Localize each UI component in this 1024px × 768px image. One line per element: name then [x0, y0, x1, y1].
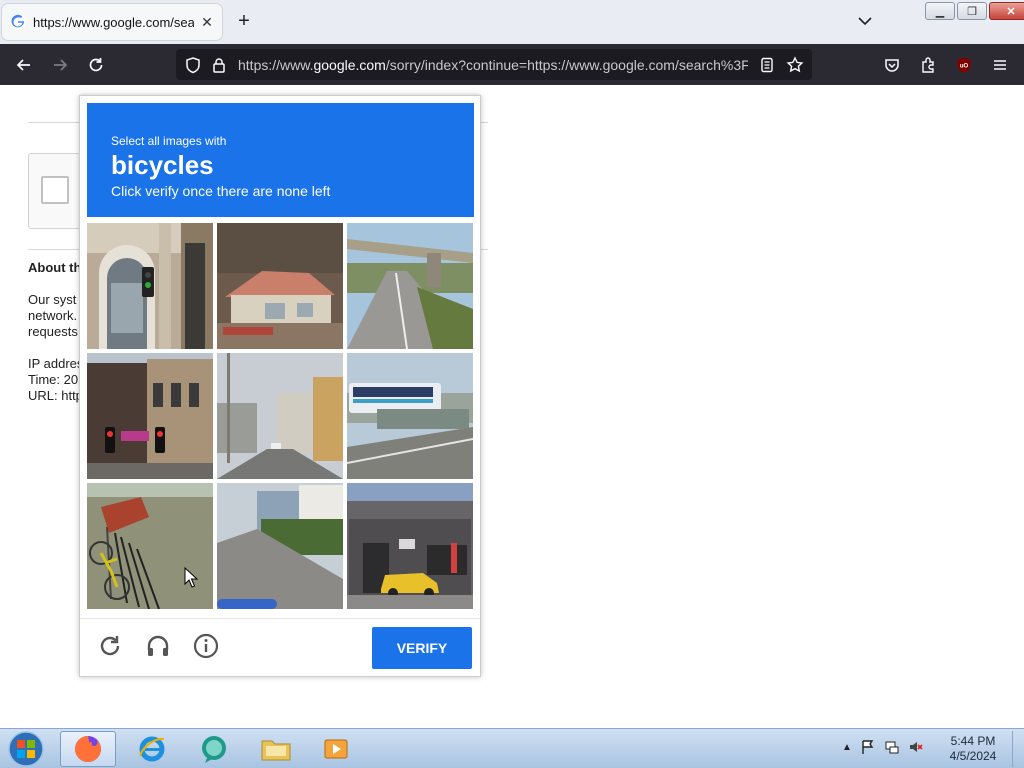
taskbar-internet-explorer[interactable] [124, 731, 180, 767]
volume-muted-icon[interactable] [908, 739, 924, 755]
chat-bubble-app-icon [202, 736, 226, 763]
about-line: requests [28, 324, 78, 339]
taskbar-file-explorer[interactable] [248, 731, 304, 767]
audio-challenge-headphones-icon[interactable] [144, 632, 172, 660]
recaptcha-challenge: Select all images with bicycles Click ve… [79, 95, 481, 677]
challenge-subtitle: Select all images with [111, 134, 227, 148]
taskbar-firefox[interactable] [60, 731, 116, 767]
image-tile-building-yellow-car[interactable] [347, 483, 473, 609]
url-path: /sorry/index?continue=https://www.google… [385, 57, 748, 73]
google-favicon-icon [10, 14, 26, 30]
tab-close-icon[interactable]: ✕ [200, 14, 214, 31]
image-tile-narrow-street-houses[interactable] [217, 353, 343, 479]
pocket-icon[interactable] [881, 54, 903, 76]
system-tray: ▲ [842, 739, 924, 755]
firefox-icon [75, 736, 101, 762]
url-prefix: https://www. [238, 57, 314, 73]
about-heading: About th [28, 260, 82, 275]
internet-explorer-icon [139, 736, 165, 762]
folder-icon [261, 740, 291, 761]
info-line: IP addres [28, 356, 84, 371]
image-tile-road-with-hedge[interactable] [217, 483, 343, 609]
reload-challenge-icon[interactable] [96, 632, 124, 660]
browser-tab[interactable]: https://www.google.com/search? ✕ [2, 4, 222, 40]
tab-title: https://www.google.com/search? [33, 14, 194, 30]
image-tile-house-with-porch[interactable] [217, 223, 343, 349]
reader-view-icon[interactable] [758, 56, 776, 74]
help-info-icon[interactable] [192, 632, 220, 660]
info-line: Time: 20 [28, 372, 79, 387]
challenge-footer-divider [80, 618, 480, 619]
system-clock[interactable]: 5:44 PM 4/5/2024 [936, 734, 1010, 764]
windows-logo-icon [8, 731, 44, 767]
bookmark-star-icon[interactable] [786, 56, 804, 74]
verify-button[interactable]: VERIFY [372, 627, 472, 669]
taskbar-media-player[interactable] [308, 731, 364, 767]
window-controls: ▁ ❐ ✕ [925, 2, 1024, 20]
back-arrow-icon[interactable] [13, 54, 35, 76]
show-desktop-button[interactable] [1012, 731, 1022, 767]
extensions-puzzle-icon[interactable] [917, 54, 939, 76]
recaptcha-checkbox[interactable] [41, 176, 69, 204]
lock-icon[interactable] [210, 56, 228, 74]
image-tile-bus-on-road[interactable] [347, 353, 473, 479]
show-hidden-icons-icon[interactable]: ▲ [842, 742, 852, 753]
minimize-icon[interactable]: ▁ [925, 2, 955, 20]
tracking-protection-shield-icon[interactable] [184, 56, 202, 74]
new-tab-icon[interactable]: + [234, 11, 254, 31]
about-line: network. [28, 308, 78, 323]
url-text[interactable]: https://www.google.com/sorry/index?conti… [238, 57, 748, 73]
clock-time: 5:44 PM [950, 734, 996, 748]
svg-text:uO: uO [960, 64, 969, 70]
about-line: Our syst [28, 292, 77, 307]
list-all-tabs-icon[interactable] [856, 12, 874, 30]
mouse-cursor-icon [184, 567, 198, 588]
forward-arrow-icon[interactable] [49, 54, 71, 76]
ublock-origin-icon[interactable]: uO [953, 54, 975, 76]
start-button[interactable] [4, 731, 48, 767]
action-center-flag-icon[interactable] [860, 739, 876, 755]
challenge-note: Click verify once there are none left [111, 183, 331, 199]
taskbar: ▲ 5:44 PM 4/5/2024 [0, 728, 1024, 768]
challenge-object: bicycles [111, 150, 214, 180]
window-close-icon[interactable]: ✕ [989, 2, 1024, 20]
image-tile-storefront-traffic-light[interactable] [87, 223, 213, 349]
url-domain: google.com [313, 57, 386, 73]
image-tile-bicycle-by-fence[interactable] [87, 483, 213, 609]
app-menu-icon[interactable] [989, 54, 1011, 76]
reload-icon[interactable] [85, 54, 107, 76]
clock-date: 4/5/2024 [949, 749, 997, 763]
info-line: URL: http [28, 388, 83, 403]
network-icon[interactable] [884, 739, 900, 755]
media-player-icon [324, 739, 348, 759]
navigation-toolbar: https://www.google.com/sorry/index?conti… [0, 44, 1024, 85]
taskbar-app-bubble[interactable] [186, 731, 242, 767]
challenge-header: Select all images with bicycles Click ve… [87, 103, 474, 217]
restore-icon[interactable]: ❐ [957, 2, 987, 20]
tab-strip: https://www.google.com/search? ✕ + ▁ ❐ ✕ [0, 0, 1024, 44]
image-tile-street-buildings-traffic-lights[interactable] [87, 353, 213, 479]
image-tile-overpass-road[interactable] [347, 223, 473, 349]
address-bar[interactable]: https://www.google.com/sorry/index?conti… [176, 49, 812, 80]
